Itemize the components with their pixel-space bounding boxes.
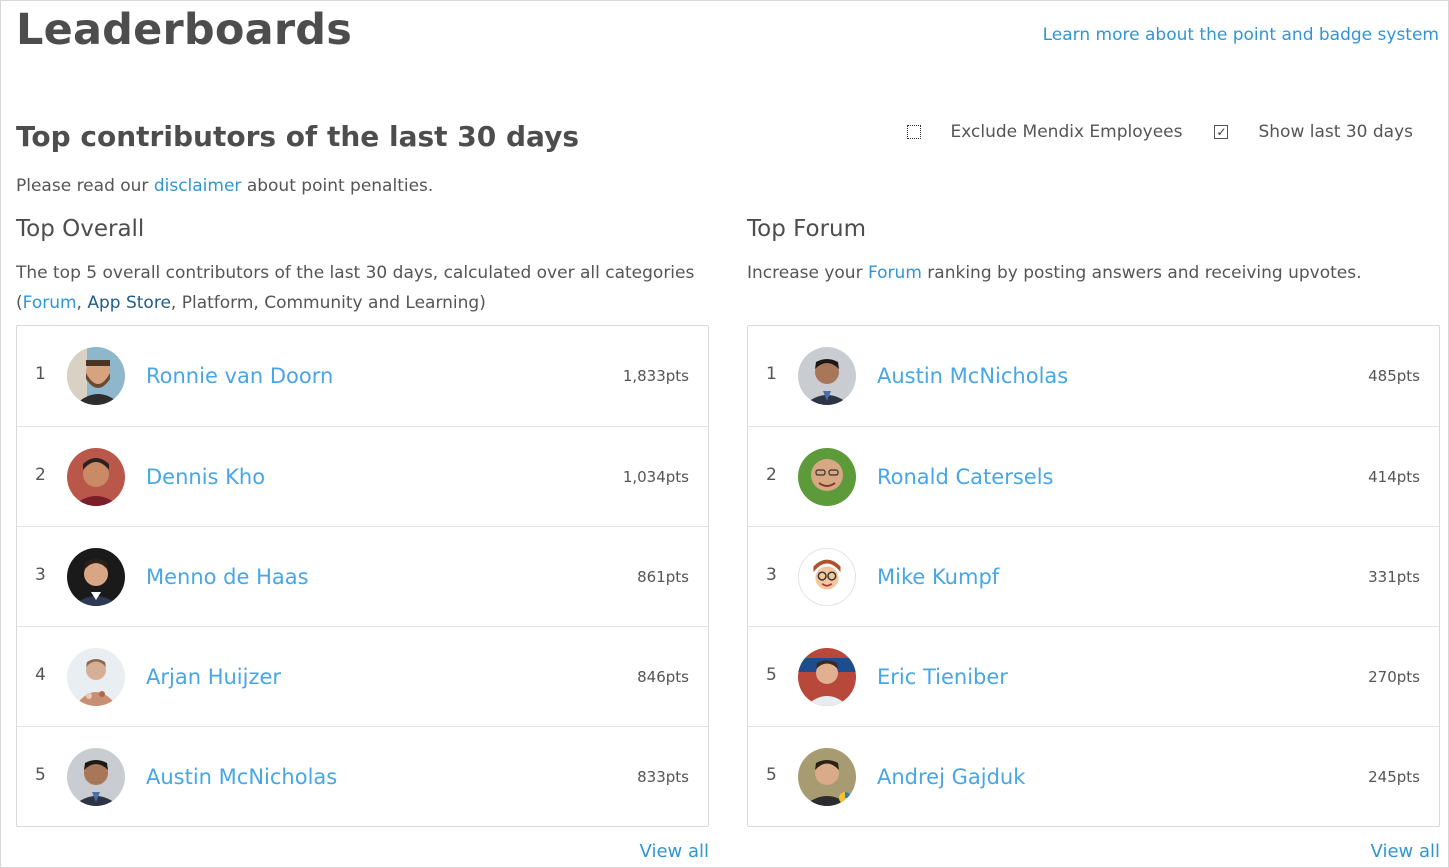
list-item: 5 Austin McNicholas 833pts [17, 726, 708, 826]
avatar[interactable] [798, 347, 856, 405]
top-overall-title: Top Overall [16, 216, 145, 242]
page-title: Leaderboards [16, 5, 353, 55]
avatar[interactable] [798, 747, 856, 806]
contributor-name-link[interactable]: Austin McNicholas [877, 364, 1439, 388]
avatar[interactable] [798, 547, 856, 606]
avatar[interactable] [67, 447, 125, 506]
points: 414pts [1368, 467, 1420, 486]
desc-rest: , Platform, Community and Learning) [170, 293, 486, 313]
rank-number: 1 [35, 364, 46, 384]
filters: Exclude Mendix Employees ✓ Show last 30 … [906, 122, 1413, 142]
rank-number: 5 [35, 764, 46, 785]
points: 861pts [637, 567, 689, 586]
forum-desc-prefix: Increase your [747, 263, 868, 283]
list-item: 3 Menno de Haas 861pts [17, 526, 708, 626]
list-item: 2 Dennis Kho 1,034pts [17, 426, 708, 526]
rank-number: 5 [766, 764, 777, 785]
points: 1,034pts [622, 467, 689, 486]
contributor-name-link[interactable]: Mike Kumpf [877, 565, 1439, 589]
avatar[interactable] [67, 647, 125, 706]
app-store-link[interactable]: App Store [87, 293, 171, 313]
points: 846pts [637, 667, 689, 686]
list-item: 5 Andrej Gajduk 245pts [748, 726, 1439, 826]
top-forum-title: Top Forum [747, 216, 867, 242]
top-overall-description: The top 5 overall contributors of the la… [16, 258, 709, 318]
contributor-name-link[interactable]: Andrej Gajduk [877, 765, 1439, 789]
disclaimer-suffix: about point penalties. [241, 176, 434, 196]
top-forum-description: Increase your Forum ranking by posting a… [747, 258, 1440, 318]
exclude-employees-filter[interactable]: Exclude Mendix Employees [906, 122, 1183, 142]
top-overall-desc-line1: The top 5 overall contributors of the la… [16, 263, 695, 283]
section-title: Top contributors of the last 30 days [16, 120, 580, 153]
rank-number: 1 [766, 364, 777, 384]
exclude-employees-checkbox[interactable] [906, 125, 921, 139]
list-item: 2 Ronald Catersels 414pts [748, 426, 1439, 526]
rank-number: 2 [766, 464, 777, 485]
forum-desc-suffix: ranking by posting answers and receiving… [921, 263, 1362, 283]
last-30-days-checkbox[interactable]: ✓ [1214, 125, 1229, 139]
list-item: 1 Austin McNicholas 485pts [748, 326, 1439, 426]
rank-number: 4 [35, 664, 46, 685]
avatar[interactable] [798, 647, 856, 706]
desc-comma: , [76, 293, 88, 313]
contributor-name-link[interactable]: Arjan Huijzer [146, 665, 708, 689]
list-item: 4 Arjan Huijzer 846pts [17, 626, 708, 726]
points: 331pts [1368, 567, 1420, 586]
disclaimer-prefix: Please read our [16, 176, 154, 196]
top-overall-column: Top Overall The top 5 overall contributo… [16, 212, 709, 862]
list-item: 5 Eric Tieniber 270pts [748, 626, 1439, 726]
points: 270pts [1368, 667, 1420, 686]
rank-number: 3 [766, 564, 777, 585]
top-overall-list: 1 Ronnie van Doorn 1,833pts 2 Dennis Kho… [16, 325, 709, 827]
top-overall-view-all-link[interactable]: View all [16, 841, 709, 862]
contributor-name-link[interactable]: Ronald Catersels [877, 465, 1439, 489]
contributor-name-link[interactable]: Menno de Haas [146, 565, 708, 589]
points: 485pts [1368, 367, 1420, 385]
learn-more-link[interactable]: Learn more about the point and badge sys… [1043, 25, 1439, 45]
list-item: 3 Mike Kumpf 331pts [748, 526, 1439, 626]
disclaimer-link[interactable]: disclaimer [154, 176, 242, 196]
top-forum-view-all-link[interactable]: View all [747, 841, 1440, 862]
points: 1,833pts [622, 367, 689, 385]
avatar[interactable] [67, 747, 125, 806]
top-forum-column: Top Forum Increase your Forum ranking by… [747, 212, 1440, 862]
contributor-name-link[interactable]: Austin McNicholas [146, 765, 708, 789]
last-30-days-label: Show last 30 days [1258, 122, 1413, 142]
forum-link[interactable]: Forum [868, 263, 922, 283]
exclude-employees-label: Exclude Mendix Employees [950, 122, 1183, 142]
avatar[interactable] [67, 347, 125, 405]
last-30-days-filter[interactable]: ✓ Show last 30 days [1214, 122, 1413, 142]
avatar[interactable] [798, 447, 856, 506]
contributor-name-link[interactable]: Eric Tieniber [877, 665, 1439, 689]
rank-number: 2 [35, 464, 46, 485]
points: 833pts [637, 767, 689, 786]
desc-paren: ( [16, 293, 23, 313]
top-forum-list: 1 Austin McNicholas 485pts 2 Ronald Cate… [747, 325, 1440, 827]
rank-number: 5 [766, 664, 777, 685]
disclaimer-text: Please read our disclaimer about point p… [16, 176, 433, 196]
list-item: 1 Ronnie van Doorn 1,833pts [17, 326, 708, 426]
avatar[interactable] [67, 547, 125, 606]
rank-number: 3 [35, 564, 46, 585]
forum-link[interactable]: Forum [23, 293, 77, 313]
points: 245pts [1368, 767, 1420, 786]
